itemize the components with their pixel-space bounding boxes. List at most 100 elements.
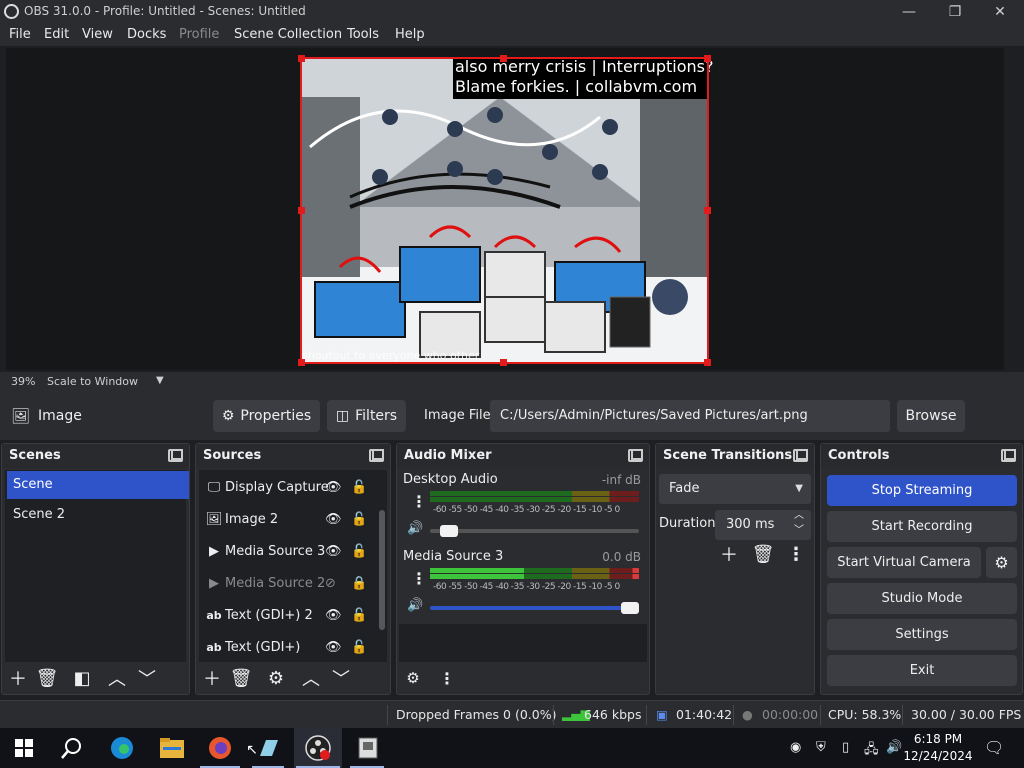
eye-icon[interactable]: 👁 [325,544,342,559]
move-up-icon[interactable]: ︿ [299,666,323,690]
windows-start-icon[interactable] [8,732,40,764]
undock-icon[interactable] [1001,449,1016,462]
volume-slider[interactable] [430,525,639,537]
transitions-header: Scene Transitions [656,444,814,468]
source-item[interactable]: ▶ Media Source 3 👁 🔓 [201,536,373,566]
menu-profile[interactable]: Profile [179,27,219,42]
stop-streaming-button[interactable]: Stop Streaming [827,475,1017,506]
channel-db: 0.0 dB [602,550,641,564]
settings-button[interactable]: Settings [827,619,1017,650]
menu-view[interactable]: View [82,27,113,42]
source-item[interactable]: 🖵 Display Capture 👁 🔓 [201,472,373,502]
kebab-menu-icon[interactable]: ⋮ [411,569,427,588]
channel-name: Desktop Audio [403,472,498,487]
move-down-icon[interactable]: ﹀ [135,666,159,690]
filters-button[interactable]: ◫ Filters [327,400,406,432]
title-bar: OBS 31.0.0 - Profile: Untitled - Scenes:… [0,0,1024,24]
lock-icon[interactable]: 🔒 [351,576,367,591]
shield-icon[interactable]: ⛨ [816,740,826,755]
scale-mode[interactable]: Scale to Window [47,375,138,388]
menu-tools[interactable]: Tools [347,27,379,42]
network-icon[interactable]: 🖧 [864,740,879,762]
firefox-icon[interactable] [204,732,236,764]
exit-button[interactable]: Exit [827,655,1017,686]
minimize-button[interactable]: — [886,0,932,24]
restore-button[interactable]: ❐ [932,0,978,24]
speaker-icon[interactable]: 🔊 [407,598,423,613]
filter-icon: ◫ [335,408,350,424]
undock-icon[interactable] [793,449,808,462]
undock-icon[interactable] [628,449,643,462]
remove-scene-icon[interactable]: 🗑 [35,666,59,690]
source-item[interactable]: ab Text (GDI+) 2 👁 🔓 [201,600,373,630]
lock-icon[interactable]: 🔓 [351,480,367,495]
menu-docks[interactable]: Docks [127,27,166,42]
scene-item[interactable]: Scene [7,471,189,499]
add-scene-icon[interactable]: ＋ [6,666,30,690]
kebab-menu-icon[interactable]: ⋮ [435,666,459,690]
lock-icon[interactable]: 🔓 [351,608,367,623]
source-item[interactable]: 🖼 Image 2 👁 🔓 [201,504,373,534]
app-taskbar-icon[interactable] [352,732,384,764]
scenes-title: Scenes [9,448,61,463]
browse-button[interactable]: Browse [897,400,965,432]
start-virtual-camera-button[interactable]: Start Virtual Camera [827,547,981,578]
obs-tray-icon[interactable]: ◉ [790,740,801,755]
speaker-icon[interactable]: 🔊 [407,521,423,536]
studio-mode-button[interactable]: Studio Mode [827,583,1017,614]
start-recording-button[interactable]: Start Recording [827,511,1017,542]
volume-slider-handle[interactable] [621,602,639,614]
menu-edit[interactable]: Edit [44,27,69,42]
eye-hidden-icon[interactable]: ⊘ [325,576,336,591]
remove-transition-icon[interactable]: 🗑 [751,542,775,566]
move-up-icon[interactable]: ︿ [105,666,129,690]
chevron-down-icon[interactable]: ▼ [156,375,164,386]
notepad-icon[interactable] [252,732,284,764]
lock-icon[interactable]: 🔓 [351,640,367,655]
move-down-icon[interactable]: ﹀ [329,666,353,690]
source-properties-icon[interactable]: ⚙ [264,666,288,690]
close-button[interactable]: ✕ [977,0,1023,24]
add-source-icon[interactable]: ＋ [200,666,224,690]
taskbar-clock[interactable]: 6:18 PM 12/24/2024 [898,731,978,765]
notifications-icon[interactable]: 🗨 [984,738,1004,757]
advanced-audio-icon[interactable]: ⚙ [401,666,425,690]
eye-icon[interactable]: 👁 [325,608,342,623]
eye-icon[interactable]: 👁 [325,640,342,655]
menu-file[interactable]: File [9,27,31,42]
file-explorer-icon[interactable] [156,732,188,764]
source-item[interactable]: ▶ Media Source 2 ⊘ 🔒 [201,568,373,598]
lock-icon[interactable]: 🔓 [351,544,367,559]
obs-taskbar-icon[interactable] [302,732,334,764]
usb-icon[interactable]: ▯ [842,740,849,755]
remove-source-icon[interactable]: 🗑 [229,666,253,690]
eye-icon[interactable]: 👁 [325,480,342,495]
virtual-camera-settings-icon[interactable]: ⚙ [986,547,1017,578]
add-transition-icon[interactable]: ＋ [717,542,741,566]
search-icon[interactable] [56,732,88,764]
kebab-menu-icon[interactable]: ⋮ [411,492,427,511]
menu-help[interactable]: Help [395,27,425,42]
properties-label: Properties [240,408,312,424]
transition-select[interactable]: Fade ▼ [659,474,811,504]
source-item[interactable]: ab Text (GDI+) 👁 🔓 [201,632,373,662]
undock-icon[interactable] [168,449,183,462]
dropped-frames: Dropped Frames 0 (0.0%) [396,707,557,722]
play-icon: ▶ [209,543,219,559]
volume-slider[interactable] [430,602,639,614]
duration-spinbox[interactable]: 300 ms ︿ ﹀ [715,510,811,540]
eye-icon[interactable]: 👁 [325,512,342,527]
text-icon: ab [206,640,222,654]
scene-filters-icon[interactable]: ◧ [70,666,94,690]
sources-scrollbar[interactable] [379,510,385,630]
menu-bar: File Edit View Docks Profile Scene Colle… [0,24,1024,46]
scene-item[interactable]: Scene 2 [7,501,189,529]
menu-scene-collection[interactable]: Scene Collection [234,27,342,42]
kebab-menu-icon[interactable]: ⋮ [784,542,808,566]
edge-browser-icon[interactable] [106,732,138,764]
undock-icon[interactable] [369,449,384,462]
lock-icon[interactable]: 🔓 [351,512,367,527]
volume-slider-handle[interactable] [440,525,458,537]
image-file-path-field[interactable]: C:/Users/Admin/Pictures/Saved Pictures/a… [490,400,890,432]
properties-button[interactable]: ⚙ Properties [213,400,320,432]
